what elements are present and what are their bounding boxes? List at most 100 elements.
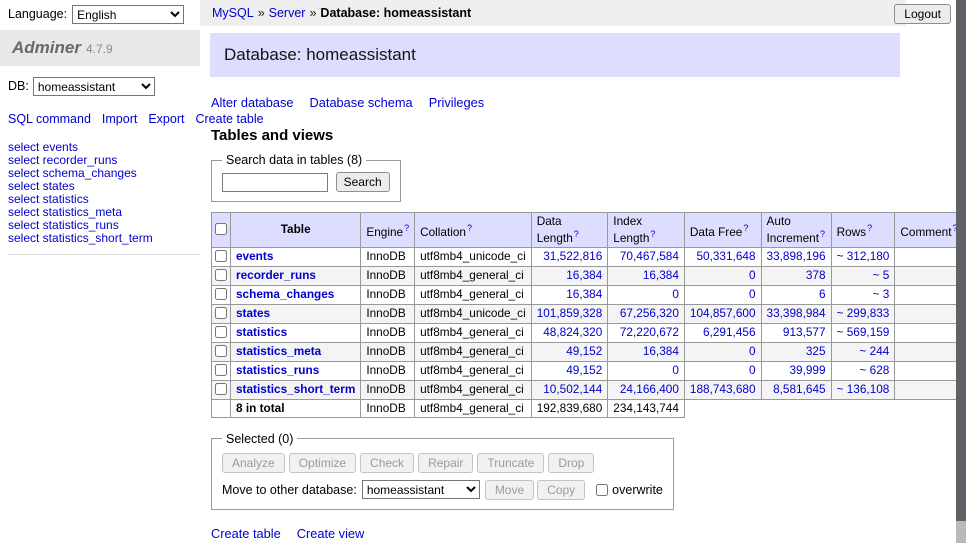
numeric-link[interactable]: 16,384: [566, 268, 602, 282]
optimize-button[interactable]: Optimize: [289, 453, 356, 473]
help-link[interactable]: ?: [574, 229, 579, 239]
create-table-link[interactable]: Create table: [211, 526, 281, 541]
numeric-link[interactable]: 48,824,320: [543, 325, 602, 339]
select-statistics-runs-link[interactable]: select statistics_runs: [8, 218, 119, 232]
numeric-link[interactable]: 0: [749, 268, 756, 282]
breadcrumb-server-link[interactable]: Server: [269, 6, 306, 20]
numeric-link[interactable]: 50,331,648: [696, 249, 755, 263]
row-checkbox[interactable]: [215, 250, 227, 262]
numeric-link[interactable]: 70,467,584: [620, 249, 679, 263]
row-checkbox[interactable]: [215, 288, 227, 300]
move-db-select[interactable]: homeassistant: [362, 480, 480, 499]
export-link[interactable]: Export: [148, 112, 184, 126]
language-select[interactable]: English: [72, 5, 184, 24]
analyze-button[interactable]: Analyze: [222, 453, 285, 473]
copy-button[interactable]: Copy: [537, 480, 585, 500]
numeric-link[interactable]: 39,999: [789, 363, 825, 377]
numeric-link[interactable]: ~ 569,159: [837, 325, 890, 339]
scrollbar[interactable]: [956, 0, 966, 543]
import-link[interactable]: Import: [102, 112, 137, 126]
numeric-link[interactable]: 33,398,984: [767, 306, 826, 320]
select-statistics-short-term-link[interactable]: select statistics_short_term: [8, 231, 153, 245]
drop-button[interactable]: Drop: [548, 453, 594, 473]
numeric-link[interactable]: 67,256,320: [620, 306, 679, 320]
table-name-link[interactable]: statistics: [236, 325, 287, 339]
numeric-link[interactable]: 0: [749, 344, 756, 358]
overwrite-checkbox[interactable]: [596, 484, 608, 496]
help-link[interactable]: ?: [467, 223, 472, 233]
numeric-link[interactable]: ~ 628: [860, 363, 890, 377]
db-select[interactable]: homeassistant: [33, 77, 155, 96]
row-checkbox[interactable]: [215, 345, 227, 357]
truncate-button[interactable]: Truncate: [477, 453, 544, 473]
row-checkbox[interactable]: [215, 269, 227, 281]
numeric-link[interactable]: 31,522,816: [543, 249, 602, 263]
table-name-link[interactable]: statistics_meta: [236, 344, 321, 358]
breadcrumb-mysql-link[interactable]: MySQL: [212, 6, 254, 20]
numeric-link[interactable]: 49,152: [566, 344, 602, 358]
numeric-link[interactable]: 188,743,680: [690, 382, 756, 396]
numeric-link[interactable]: 0: [749, 287, 756, 301]
numeric-link[interactable]: 325: [806, 344, 826, 358]
table-name-link[interactable]: statistics_short_term: [236, 382, 355, 396]
numeric-link[interactable]: 24,166,400: [620, 382, 679, 396]
select-all-checkbox[interactable]: [215, 223, 227, 235]
numeric-link[interactable]: 33,898,196: [767, 249, 826, 263]
help-link[interactable]: ?: [820, 229, 825, 239]
numeric-link[interactable]: ~ 5: [873, 268, 890, 282]
select-schema-changes-link[interactable]: select schema_changes: [8, 166, 137, 180]
numeric-link[interactable]: 10,502,144: [543, 382, 602, 396]
help-link[interactable]: ?: [743, 223, 748, 233]
row-checkbox[interactable]: [215, 383, 227, 395]
numeric-link[interactable]: ~ 312,180: [837, 249, 890, 263]
scrollbar-thumb[interactable]: [956, 0, 966, 521]
row-checkbox[interactable]: [215, 364, 227, 376]
search-input[interactable]: [222, 173, 328, 192]
numeric-link[interactable]: ~ 136,108: [837, 382, 890, 396]
table-name-link[interactable]: recorder_runs: [236, 268, 316, 282]
numeric-link[interactable]: 6,291,456: [703, 325, 755, 339]
row-checkbox[interactable]: [215, 307, 227, 319]
sql-command-link[interactable]: SQL command: [8, 112, 91, 126]
select-recorder-runs-link[interactable]: select recorder_runs: [8, 153, 117, 167]
numeric-link[interactable]: 378: [806, 268, 826, 282]
numeric-link[interactable]: 0: [672, 363, 679, 377]
table-name-link[interactable]: statistics_runs: [236, 363, 319, 377]
privileges-link[interactable]: Privileges: [429, 95, 484, 110]
numeric-link[interactable]: 16,384: [566, 287, 602, 301]
select-statistics-meta-link[interactable]: select statistics_meta: [8, 205, 122, 219]
adminer-brand-link[interactable]: Adminer: [12, 38, 81, 57]
help-link[interactable]: ?: [650, 229, 655, 239]
numeric-link[interactable]: 6: [819, 287, 826, 301]
numeric-link[interactable]: 101,859,328: [537, 306, 603, 320]
numeric-link[interactable]: 49,152: [566, 363, 602, 377]
table-name-link[interactable]: events: [236, 249, 273, 263]
help-link[interactable]: ?: [404, 223, 409, 233]
numeric-link[interactable]: 72,220,672: [620, 325, 679, 339]
help-link[interactable]: ?: [867, 223, 872, 233]
numeric-link[interactable]: ~ 3: [873, 287, 890, 301]
numeric-link[interactable]: ~ 244: [860, 344, 890, 358]
numeric-link[interactable]: 0: [749, 363, 756, 377]
check-button[interactable]: Check: [360, 453, 414, 473]
select-states-link[interactable]: select states: [8, 179, 75, 193]
search-button[interactable]: Search: [336, 172, 390, 192]
alter-database-link[interactable]: Alter database: [211, 95, 294, 110]
table-name-link[interactable]: states: [236, 306, 270, 320]
select-statistics-link[interactable]: select statistics: [8, 192, 89, 206]
logout-button[interactable]: Logout: [894, 4, 951, 24]
repair-button[interactable]: Repair: [418, 453, 473, 473]
move-button[interactable]: Move: [485, 480, 534, 500]
table-name-link[interactable]: schema_changes: [236, 287, 334, 301]
numeric-link[interactable]: 913,577: [783, 325, 826, 339]
numeric-link[interactable]: 0: [672, 287, 679, 301]
select-events-link[interactable]: select events: [8, 140, 78, 154]
numeric-link[interactable]: 16,384: [643, 268, 679, 282]
numeric-link[interactable]: 104,857,600: [690, 306, 756, 320]
database-schema-link[interactable]: Database schema: [310, 95, 413, 110]
numeric-link[interactable]: 8,581,645: [773, 382, 825, 396]
numeric-link[interactable]: ~ 299,833: [837, 306, 890, 320]
row-checkbox[interactable]: [215, 326, 227, 338]
numeric-link[interactable]: 16,384: [643, 344, 679, 358]
create-view-link[interactable]: Create view: [297, 526, 365, 541]
